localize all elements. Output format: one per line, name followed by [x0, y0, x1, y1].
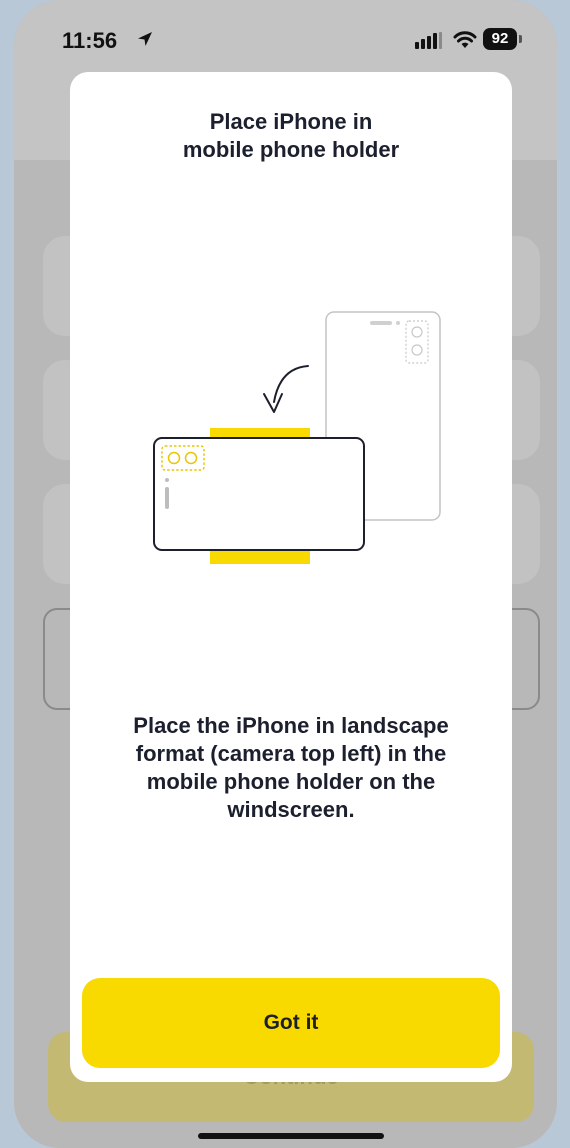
- title-line-1: Place iPhone in: [209, 109, 373, 134]
- battery-level: 92: [491, 30, 509, 47]
- battery-icon: 92: [483, 28, 517, 50]
- location-arrow-icon: [138, 32, 152, 46]
- status-time: 11:56: [62, 28, 118, 53]
- phone-in-holder-illustration: [153, 311, 441, 564]
- got-it-button[interactable]: Got it: [82, 978, 500, 1068]
- instruction-sheet: Place iPhone in mobile phone holder Plac…: [70, 72, 512, 1082]
- instructions-line-1: Place the iPhone in landscape: [133, 713, 449, 738]
- status-bar: 11:56 92: [14, 0, 557, 60]
- instructions-line-3: mobile phone holder on the: [146, 769, 436, 794]
- wifi-icon: [453, 31, 477, 48]
- instructions-line-2: format (camera top left) in the: [135, 741, 447, 766]
- phone-frame: Continue 11:56 92 Place iPhone in mobile…: [14, 0, 557, 1148]
- rotate-arrow-icon: [263, 365, 309, 413]
- battery-nub: [519, 35, 522, 43]
- sheet-title: Place iPhone in mobile phone holder: [90, 108, 492, 164]
- landscape-phone-icon: [153, 437, 365, 551]
- title-line-2: mobile phone holder: [182, 137, 400, 162]
- instructions-line-4: windscreen.: [227, 797, 355, 822]
- home-indicator[interactable]: [198, 1133, 384, 1139]
- cellular-signal-icon: [415, 32, 442, 49]
- sheet-instructions: Place the iPhone in landscape format (ca…: [94, 712, 488, 824]
